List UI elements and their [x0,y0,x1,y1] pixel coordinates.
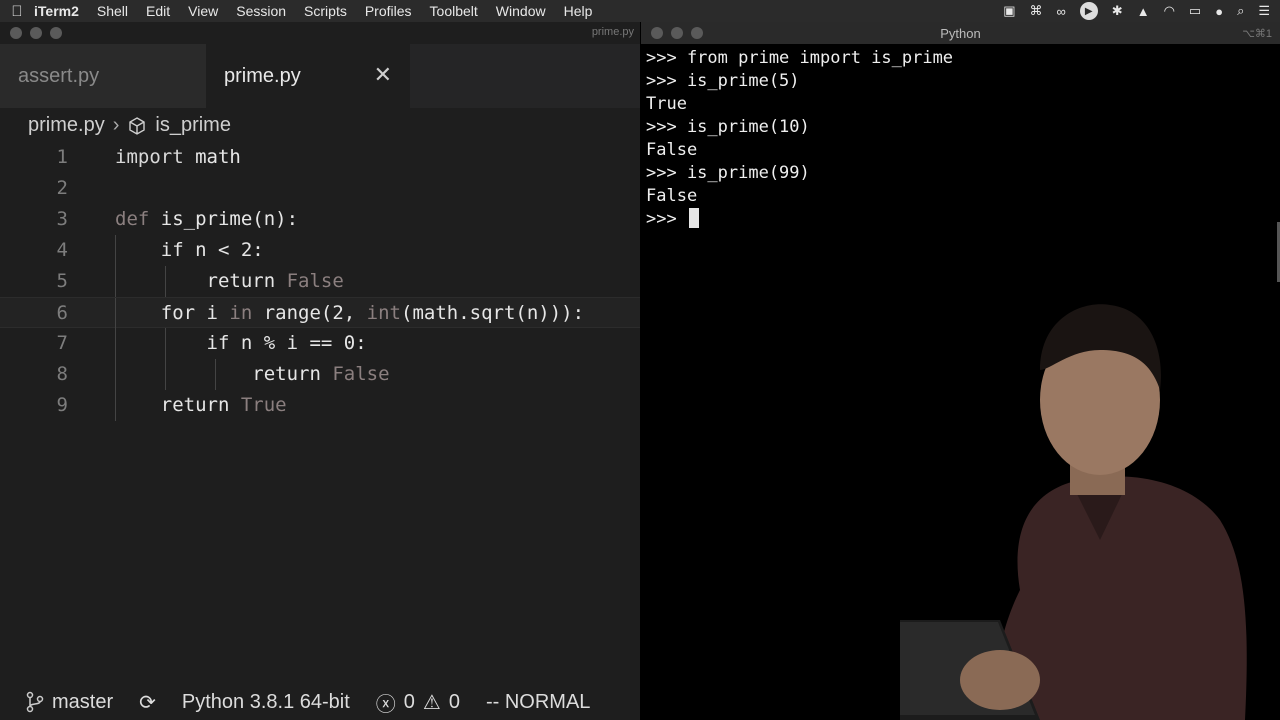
problems-indicator[interactable]: ⓧ 0 ⚠ 0 [376,688,460,717]
code-line: 3 def is_prime(n): [0,204,640,235]
code-line: 9 return True [0,390,640,421]
line-number: 8 [56,363,68,385]
code-text: for i in range(2, int(math.sqrt(n))): [115,302,585,324]
menu-app-name[interactable]: iTerm2 [34,3,79,19]
terminal-titlebar: Python ⌥⌘1 [641,22,1280,44]
line-number: 5 [56,270,68,292]
menu-help[interactable]: Help [564,3,593,19]
menu-bar:  iTerm2 Shell Edit View Session Scripts… [0,0,1280,22]
code-text: return True [115,394,287,416]
airdrop-icon[interactable]: ▲ [1137,4,1150,19]
code-line: 8 return False [0,359,640,390]
battery-icon[interactable]: ▭ [1189,3,1201,19]
terminal-cursor [688,208,699,228]
line-number: 4 [56,239,68,261]
line-number: 7 [56,332,68,354]
terminal-line: >>> is_prime(10) [646,117,810,137]
command-icon[interactable]: ⌘ [1030,3,1043,19]
branch-icon [26,691,44,713]
warning-icon: ⚠ [422,691,441,714]
python-interpreter[interactable]: Python 3.8.1 64-bit [182,691,350,714]
git-branch[interactable]: master [26,691,113,714]
menu-window[interactable]: Window [496,3,546,19]
tab-label: prime.py [224,64,301,87]
terminal-output: >>> from prime import is_prime >>> is_pr… [646,47,953,231]
code-text: if n < 2: [115,239,264,261]
user-icon[interactable]: ● [1215,4,1223,19]
code-text: return False [115,363,390,385]
menu-toolbelt[interactable]: Toolbelt [430,3,478,19]
terminal-line: False [646,140,698,160]
menu-edit[interactable]: Edit [146,3,170,19]
code-line: 1 import math [0,142,640,173]
breadcrumb: prime.py › is_prime [28,114,231,137]
menu-view[interactable]: View [188,3,218,19]
terminal-line: >>> is_prime(99) [646,163,810,183]
presenter-video [900,304,1247,720]
code-text: return False [115,270,344,292]
menu-scripts[interactable]: Scripts [304,3,347,19]
breadcrumb-file[interactable]: prime.py [28,114,105,137]
code-editor-window: prime.py assert.py prime.py ✕ prime.py ›… [0,22,640,720]
zoom-window-button[interactable] [50,27,62,39]
sync-icon[interactable]: ⟳ [139,690,156,715]
code-text: def is_prime(n): [115,208,299,230]
play-icon[interactable]: ▶ [1079,2,1098,20]
bluetooth-icon[interactable]: ✱ [1112,3,1123,19]
editor-window-title: prime.py [591,26,634,38]
editor-tabs: assert.py prime.py ✕ [0,44,640,108]
code-text: import math [115,146,241,168]
line-number: 1 [56,146,68,168]
line-number: 9 [56,394,68,416]
line-number: 2 [56,177,68,199]
glasses-icon[interactable]: ∞ [1057,4,1066,19]
terminal-prompt: >>> [646,209,687,229]
error-icon: ⓧ [375,693,396,716]
terminal-window-title: Python [940,26,981,41]
tab-label: assert.py [18,64,100,87]
tab-prime-py[interactable]: prime.py ✕ [206,44,410,108]
code-area[interactable]: 1 import math 2 3 def is_prime(n): 4 if … [0,142,640,421]
list-icon[interactable]: ☰ [1258,3,1270,19]
terminal-window[interactable]: Python ⌥⌘1 >>> from prime import is_prim… [641,22,1280,720]
error-count: 0 [403,690,415,713]
close-window-button[interactable] [10,27,22,39]
code-line-current: 6 for i in range(2, int(math.sqrt(n))): [0,297,640,329]
minimize-window-button[interactable] [30,27,42,39]
terminal-icon[interactable]: ▣ [1003,3,1015,19]
code-line: 5 return False [0,266,640,297]
code-line: 4 if n < 2: [0,235,640,266]
terminal-line: >>> from prime import is_prime [646,48,954,68]
terminal-line: True [646,94,687,114]
chevron-right-icon: › [112,114,120,136]
search-icon[interactable]: ⌕ [1237,3,1244,19]
menu-profiles[interactable]: Profiles [365,3,412,19]
warning-count: 0 [448,690,460,713]
code-line: 7 if n % i == 0: [0,328,640,359]
line-number: 3 [56,208,68,230]
line-number: 6 [56,302,68,324]
wifi-icon[interactable]: ◠ [1164,3,1175,19]
terminal-line: >>> is_prime(5) [646,71,800,91]
terminal-prompt-line[interactable]: >>> [646,208,953,231]
editor-titlebar: prime.py [0,22,640,44]
tab-assert-py[interactable]: assert.py [0,44,206,108]
editor-status-bar: master ⟳ Python 3.8.1 64-bit ⓧ 0 ⚠ 0 -- … [0,684,640,720]
status-icons: ▣ ⌘ ∞ ▶ ✱ ▲ ◠ ▭ ● ⌕ ☰ [1003,2,1280,20]
terminal-line: False [646,186,698,206]
close-icon[interactable]: ✕ [374,62,392,88]
menu-session[interactable]: Session [236,3,286,19]
branch-name: master [52,690,114,713]
menu-shell[interactable]: Shell [97,3,128,19]
window-shortcut: ⌥⌘1 [1242,28,1272,40]
cube-icon [129,116,146,135]
breadcrumb-symbol[interactable]: is_prime [155,114,231,137]
code-line: 2 [0,173,640,204]
vim-mode: -- NORMAL [485,690,591,713]
apple-icon[interactable]:  [0,3,34,20]
